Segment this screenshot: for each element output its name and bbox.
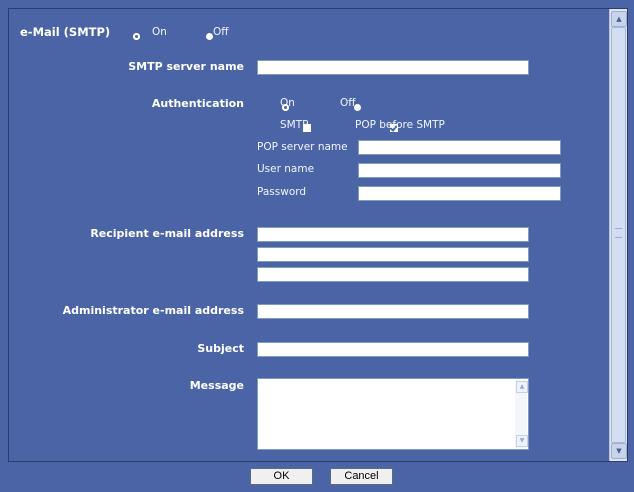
scroll-up-icon[interactable]: ▲ — [611, 11, 627, 27]
recipient-input-1[interactable] — [257, 227, 529, 242]
scrollbar-thumb[interactable] — [611, 27, 626, 443]
subject-input[interactable] — [257, 342, 529, 357]
smtp-on-radio[interactable] — [133, 33, 140, 40]
message-label: Message — [189, 379, 244, 392]
administrator-input[interactable] — [257, 304, 529, 319]
user-name-input[interactable] — [358, 163, 561, 178]
message-scroll-down-icon[interactable]: ▼ — [516, 435, 528, 447]
smtp-on-label: On — [152, 26, 167, 38]
password-label: Password — [257, 186, 307, 198]
auth-off-label: Off — [340, 97, 356, 109]
administrator-label: Administrator e-mail address — [62, 304, 244, 317]
pop-server-input[interactable] — [358, 140, 561, 155]
smtp-auth-checkbox-label: SMTP — [280, 119, 309, 131]
recipient-label: Recipient e-mail address — [90, 227, 244, 240]
recipient-input-2[interactable] — [257, 247, 529, 262]
smtp-server-label: SMTP server name — [128, 60, 244, 73]
message-scrollbar[interactable]: ▲ ▼ — [515, 380, 528, 448]
smtp-title: e-Mail (SMTP) — [20, 25, 111, 39]
settings-panel: e-Mail (SMTP) On Off SMTP server name Au… — [9, 9, 609, 461]
smtp-off-label: Off — [213, 26, 229, 38]
message-scroll-up-icon[interactable]: ▲ — [516, 381, 528, 393]
scroll-down-icon[interactable]: ▼ — [611, 443, 627, 459]
user-name-label: User name — [257, 163, 315, 175]
page-scrollbar[interactable]: ▲ ▼ — [609, 9, 627, 461]
settings-frame: e-Mail (SMTP) On Off SMTP server name Au… — [8, 8, 628, 462]
subject-label: Subject — [197, 342, 244, 355]
ok-button[interactable]: OK — [250, 468, 313, 485]
authentication-label: Authentication — [151, 97, 244, 110]
smtp-off-radio[interactable] — [205, 33, 213, 40]
pop-server-label: POP server name — [257, 141, 348, 153]
smtp-server-input[interactable] — [257, 60, 529, 75]
scrollbar-grip-icon — [615, 228, 622, 238]
recipient-input-3[interactable] — [257, 267, 529, 282]
password-input[interactable] — [358, 186, 561, 201]
auth-on-label: On — [280, 97, 295, 109]
cancel-button[interactable]: Cancel — [330, 468, 393, 485]
scrollbar-track[interactable] — [611, 27, 626, 443]
message-textarea[interactable]: ▲ ▼ — [257, 378, 529, 450]
pop-before-smtp-label: POP before SMTP — [355, 119, 445, 131]
